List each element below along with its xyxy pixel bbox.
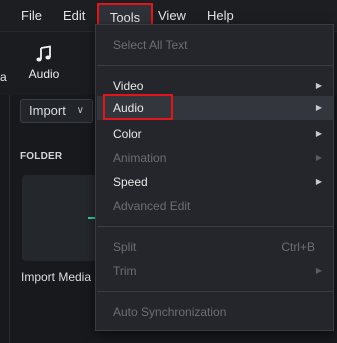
menu-edit[interactable]: Edit <box>63 0 85 31</box>
submenu-arrow-icon: ▶ <box>315 103 322 112</box>
import-label: Import <box>29 103 66 118</box>
menu-item-split[interactable]: Split Ctrl+B <box>97 235 333 259</box>
submenu-arrow-icon: ▶ <box>315 81 322 90</box>
submenu-arrow-icon: ▶ <box>315 177 322 186</box>
menu-item-label: Animation <box>113 151 167 165</box>
menu-item-label: Split <box>113 240 137 254</box>
menu-item-label: Speed <box>113 175 148 189</box>
menu-item-label: Video <box>113 79 144 93</box>
folder-header: FOLDER <box>20 151 63 162</box>
menu-item-label: Advanced Edit <box>113 199 191 213</box>
menu-item-auto-synchronization[interactable]: Auto Synchronization <box>97 300 333 324</box>
music-note-icon <box>36 45 51 62</box>
partial-tab-label: a <box>0 70 7 84</box>
menu-separator <box>97 226 333 227</box>
menu-item-label: Auto Synchronization <box>113 305 227 319</box>
chevron-down-icon: ∨ <box>76 105 84 116</box>
panel-divider <box>9 95 10 343</box>
menu-item-animation[interactable]: Animation ▶ <box>97 146 333 170</box>
menu-separator <box>97 291 333 292</box>
submenu-arrow-icon: ▶ <box>315 266 322 275</box>
menu-item-label: Select All Text <box>113 38 188 52</box>
menu-item-color[interactable]: Color ▶ <box>97 122 333 146</box>
shortcut-label: Ctrl+B <box>281 240 315 254</box>
submenu-arrow-icon: ▶ <box>315 153 322 162</box>
submenu-arrow-icon: ▶ <box>315 129 322 138</box>
menu-item-label: Trim <box>113 264 137 278</box>
audio-tab-label: Audio <box>28 67 60 81</box>
import-media-label: Import Media <box>21 270 92 284</box>
import-dropdown-button[interactable]: Import ∨ <box>20 99 93 123</box>
menu-separator <box>97 65 333 66</box>
tools-dropdown-menu: Select All Text Video ▶ Audio ▶ Color ▶ … <box>95 24 334 331</box>
menu-item-select-all-text[interactable]: Select All Text <box>97 33 333 57</box>
menu-item-trim[interactable]: Trim ▶ <box>97 259 333 283</box>
menu-item-label: Audio <box>113 101 144 115</box>
audio-tab[interactable]: Audio <box>24 45 64 81</box>
menu-item-video[interactable]: Video ▶ <box>97 74 333 98</box>
menu-item-advanced-edit[interactable]: Advanced Edit <box>97 194 333 218</box>
menu-file[interactable]: File <box>21 0 42 31</box>
menu-item-label: Color <box>113 127 142 141</box>
menu-item-speed[interactable]: Speed ▶ <box>97 170 333 194</box>
menu-item-audio[interactable]: Audio ▶ <box>97 96 333 120</box>
